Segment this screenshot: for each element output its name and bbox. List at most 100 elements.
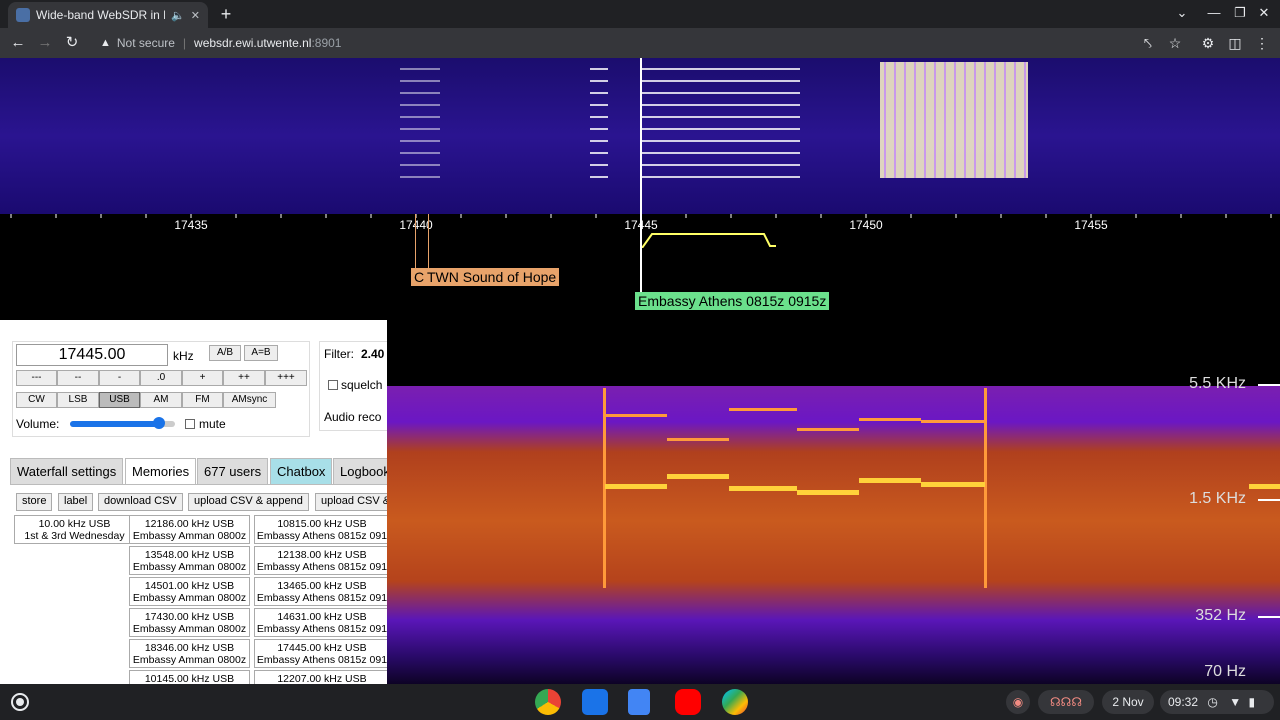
mode-cw-button[interactable]: CW (16, 392, 57, 408)
memory-name: Embassy Amman 0800z (132, 654, 247, 666)
waterfall-signal (640, 58, 800, 188)
memory-entry[interactable]: 10815.00 kHz USB Embassy Athens 0815z 09… (254, 515, 387, 544)
youtube-icon[interactable] (675, 689, 701, 715)
memory-name: Embassy Athens 0815z 091 (256, 530, 387, 542)
memory-entry[interactable]: 12186.00 kHz USB Embassy Amman 0800z (129, 515, 250, 544)
memory-entry[interactable]: 13465.00 kHz USB Embassy Athens 0815z 09… (254, 577, 387, 606)
screen-record-icon[interactable]: ◉ (1006, 690, 1030, 714)
upload-csv-append-button[interactable]: upload CSV & append (188, 493, 309, 511)
share-icon[interactable]: ⤣ (1138, 33, 1158, 53)
menu-icon[interactable]: ⋮ (1252, 33, 1272, 53)
station-marker (428, 214, 429, 274)
address-bar[interactable]: ▲ Not secure | websdr.ewi.utwente.nl :89… (90, 31, 1140, 55)
memory-frequency: 17430.00 kHz USB (144, 611, 235, 623)
memory-entry[interactable]: 17445.00 kHz USB Embassy Athens 0815z 09… (254, 639, 387, 668)
memory-frequency: 13465.00 kHz USB (277, 580, 367, 592)
tab-memories[interactable]: Memories (125, 458, 197, 484)
frequency-scale[interactable]: 17435 17440 17445 17450 17455 (0, 214, 1280, 299)
docs-icon[interactable] (628, 689, 650, 715)
squelch-checkbox[interactable] (328, 380, 338, 390)
download-csv-button[interactable]: download CSV (98, 493, 183, 511)
reload-icon[interactable]: ↻ (62, 33, 82, 53)
date-display[interactable]: 2 Nov (1102, 690, 1154, 714)
spectrogram-tone (605, 414, 667, 417)
control-panel: 17445.00 kHz A/B A=B --- -- - .0 + ++ ++… (0, 320, 387, 684)
memory-entry[interactable]: 17430.00 kHz USB Embassy Amman 0800z (129, 608, 250, 637)
back-icon[interactable]: ← (8, 33, 28, 53)
tab-search-icon[interactable]: ⌄ (1172, 5, 1192, 21)
files-icon[interactable] (582, 689, 608, 715)
passband-indicator[interactable] (642, 232, 776, 248)
mode-lsb-button[interactable]: LSB (57, 392, 99, 408)
store-button[interactable]: store (16, 493, 53, 511)
step-down-3-button[interactable]: --- (16, 370, 57, 386)
tuning-cursor (640, 58, 642, 214)
memory-entry[interactable]: 18346.00 kHz USB Embassy Amman 0800z (129, 639, 250, 668)
label-button[interactable]: label (58, 493, 94, 511)
step-up-2-button[interactable]: ++ (223, 370, 265, 386)
volume-thumb[interactable] (153, 417, 166, 429)
headphones-icon[interactable]: ☊☊☊ (1038, 690, 1094, 714)
forward-icon[interactable]: → (35, 33, 55, 53)
close-tab-icon[interactable]: ✕ (191, 9, 200, 22)
play-store-icon[interactable] (722, 689, 748, 715)
memory-entry[interactable]: 10.00 kHz USB 1st & 3rd Wednesday (14, 515, 135, 544)
step-down-1-button[interactable]: - (99, 370, 140, 386)
bookmark-star-icon[interactable]: ☆ (1165, 33, 1185, 53)
memory-entry[interactable]: 14501.00 kHz USB Embassy Amman 0800z (129, 577, 250, 606)
mode-fm-button[interactable]: FM (182, 392, 223, 408)
close-window-icon[interactable]: ✕ (1254, 5, 1274, 21)
spectrogram-tone (1249, 484, 1280, 489)
a-equals-b-button[interactable]: A=B (244, 345, 278, 361)
memory-frequency: 14631.00 kHz USB (277, 611, 367, 623)
spectrogram-tone (797, 428, 859, 431)
memory-name: Embassy Athens 0815z 091 (256, 592, 387, 604)
spectrogram-axis-tick (1258, 384, 1280, 386)
extensions-icon[interactable]: ⚙ (1198, 33, 1218, 53)
step-up-3-button[interactable]: +++ (265, 370, 307, 386)
station-label-embassy[interactable]: Embassy Athens 0815z 0915z (635, 292, 830, 310)
mute-checkbox[interactable] (185, 419, 195, 429)
mode-am-button[interactable]: AM (140, 392, 182, 408)
station-label-twn[interactable]: TWN Sound of Hope (424, 268, 560, 286)
memory-frequency: 14501.00 kHz USB (144, 580, 235, 592)
memory-frequency: 13548.00 kHz USB (144, 549, 235, 561)
clock: 09:32 (1168, 695, 1199, 709)
step-down-2-button[interactable]: -- (57, 370, 99, 386)
audio-recording-label[interactable]: Audio reco (324, 410, 381, 424)
launcher-icon[interactable] (11, 693, 29, 711)
new-tab-button[interactable]: + (216, 4, 236, 25)
memory-frequency: 10815.00 kHz USB (277, 518, 367, 530)
memory-entry[interactable]: 12138.00 kHz USB Embassy Athens 0815z 09… (254, 546, 387, 575)
speaker-icon[interactable]: 🔈 (171, 9, 185, 22)
side-panel-icon[interactable]: ◫ (1225, 33, 1245, 53)
tab-waterfall-settings[interactable]: Waterfall settings (10, 458, 124, 484)
waterfall-display[interactable] (0, 58, 1280, 214)
status-area[interactable]: 09:32 ◷ ▼ ▮ (1160, 690, 1274, 714)
memory-entry[interactable]: 10145.00 kHz USB (129, 670, 250, 684)
volume-slider[interactable] (70, 417, 175, 429)
tab-users[interactable]: 677 users (197, 458, 269, 484)
spectrogram-tone (729, 486, 797, 491)
ab-button[interactable]: A/B (209, 345, 241, 361)
upload-csv-button[interactable]: upload CSV & (315, 493, 387, 511)
memory-name: 1st & 3rd Wednesday (24, 530, 125, 542)
mode-usb-button[interactable]: USB (99, 392, 140, 408)
memory-name: Embassy Amman 0800z (132, 561, 247, 573)
minimize-icon[interactable]: — (1204, 5, 1224, 20)
tab-chatbox[interactable]: Chatbox (270, 458, 333, 484)
memory-entry[interactable]: 13548.00 kHz USB Embassy Amman 0800z (129, 546, 250, 575)
memory-entry[interactable]: 14631.00 kHz USB Embassy Athens 0815z 09… (254, 608, 387, 637)
memory-frequency: 12138.00 kHz USB (277, 549, 367, 561)
spectrogram-tone (859, 478, 921, 483)
memory-entry[interactable]: 12207.00 kHz USB (254, 670, 387, 684)
browser-tab[interactable]: Wide-band WebSDR in Ensch 🔈 ✕ (8, 2, 208, 28)
frequency-input[interactable]: 17445.00 (16, 344, 168, 366)
url-host: websdr.ewi.utwente.nl (194, 36, 312, 50)
mode-amsync-button[interactable]: AMsync (223, 392, 276, 408)
chrome-icon[interactable] (535, 689, 561, 715)
round-button[interactable]: .0 (140, 370, 182, 386)
tab-logbook[interactable]: Logbook (333, 458, 387, 484)
step-up-1-button[interactable]: + (182, 370, 223, 386)
maximize-icon[interactable]: ❐ (1230, 5, 1250, 21)
